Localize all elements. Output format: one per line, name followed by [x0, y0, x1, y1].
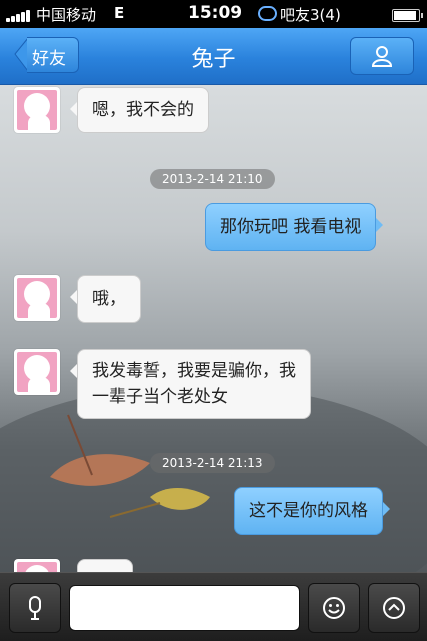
message-text: 这不是你的风格	[249, 501, 368, 521]
message-bubble	[77, 559, 133, 572]
microphone-icon	[29, 596, 41, 620]
message-bubble: 嗯，我不会的	[70, 87, 209, 133]
navigation-bar: 好友 兔子	[0, 28, 427, 85]
message-text-line: 一辈子当个老处女	[92, 387, 228, 407]
contact-avatar[interactable]	[14, 87, 60, 133]
network-type: E	[114, 4, 125, 22]
notification: 吧友3(4)	[258, 4, 341, 25]
message-bubble: 这不是你的风格	[234, 487, 390, 535]
message-input[interactable]	[69, 585, 300, 631]
person-icon	[371, 46, 393, 67]
message-text: 那你玩吧 我看电视	[220, 217, 362, 237]
battery-icon	[392, 9, 423, 22]
message-text: 哦，	[92, 289, 126, 309]
timestamp: 2013-2-14 21:10	[150, 169, 275, 189]
contact-avatar[interactable]	[14, 559, 60, 572]
message-bubble: 哦，	[70, 275, 141, 323]
input-bar	[0, 572, 427, 641]
status-bar: 中国移动 E 15:09 吧友3(4)	[0, 0, 427, 28]
smiley-icon	[323, 597, 345, 619]
message-text-line: 我发毒誓，我要是骗你，我	[92, 361, 296, 381]
message-text: 嗯，我不会的	[92, 100, 194, 120]
chevron-up-icon	[383, 597, 405, 619]
voice-button[interactable]	[9, 583, 61, 633]
timestamp: 2013-2-14 21:13	[150, 453, 275, 473]
notification-label: 吧友3(4)	[280, 6, 341, 24]
message-bubble: 我发毒誓，我要是骗你，我 一辈子当个老处女	[70, 349, 311, 419]
carrier-label: 中国移动	[36, 6, 97, 24]
profile-button[interactable]	[350, 37, 414, 75]
status-time: 15:09	[188, 3, 243, 23]
emoji-button[interactable]	[308, 583, 360, 633]
contact-avatar[interactable]	[14, 349, 60, 395]
chat-bubble-icon	[258, 6, 277, 21]
message-bubble: 那你玩吧 我看电视	[205, 203, 384, 251]
chat-area[interactable]: 嗯，我不会的 2013-2-14 21:10 那你玩吧 我看电视 哦， 我发毒誓…	[0, 85, 427, 572]
more-button[interactable]	[368, 583, 420, 633]
contact-avatar[interactable]	[14, 275, 60, 321]
